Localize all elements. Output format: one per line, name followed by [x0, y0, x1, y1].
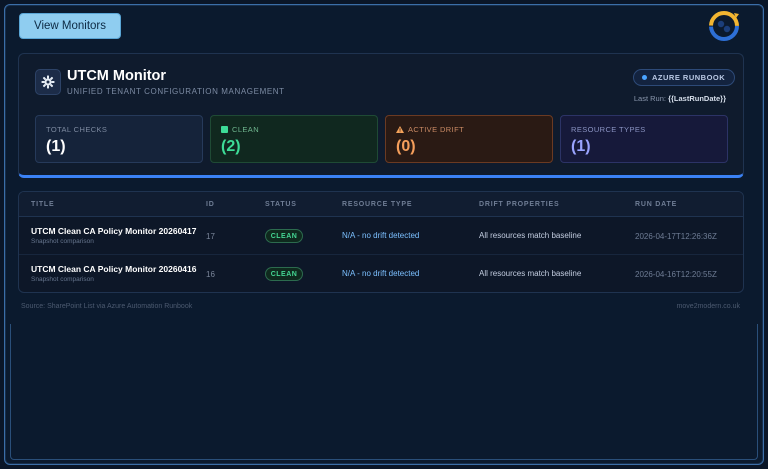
row-id: 17 [206, 232, 215, 241]
last-run-label: Last Run: [633, 94, 666, 103]
status-badge: CLEAN [265, 229, 303, 243]
last-run-value: {{LastRunDate}} [668, 94, 726, 103]
header-card: UTCM Monitor UNIFIED TENANT CONFIGURATIO… [18, 53, 744, 178]
row-id: 16 [206, 270, 215, 279]
stat-value: (0) [396, 138, 416, 155]
stat-label: TOTAL CHECKS [46, 125, 108, 134]
status-dot-icon [642, 75, 647, 80]
page-subtitle: UNIFIED TENANT CONFIGURATION MANAGEMENT [67, 87, 285, 96]
stat-clean: CLEAN (2) [210, 115, 378, 163]
row-subtitle: Snapshot comparison [31, 238, 94, 245]
stat-total-checks: TOTAL CHECKS (1) [35, 115, 203, 163]
stat-value: (1) [46, 138, 66, 155]
stat-label: CLEAN [232, 125, 260, 134]
badge-label: AZURE RUNBOOK [652, 73, 726, 82]
gear-icon [35, 69, 61, 95]
runbook-badge: AZURE RUNBOOK [633, 69, 736, 86]
footer-source: Source: SharePoint List via Azure Automa… [21, 303, 193, 310]
row-run-date: 2026-04-17T12:26:36Z [635, 232, 717, 241]
row-drift-properties: All resources match baseline [479, 231, 582, 240]
sync-logo-icon [706, 9, 742, 43]
row-subtitle: Snapshot comparison [31, 276, 94, 283]
check-icon [221, 126, 228, 133]
view-monitors-button[interactable]: View Monitors [19, 13, 121, 39]
row-resource-type: N/A - no drift detected [342, 231, 420, 240]
stat-resource-types: RESOURCE TYPES (1) [560, 115, 728, 163]
stat-label: RESOURCE TYPES [571, 125, 646, 134]
table-row[interactable]: UTCM Clean CA Policy Monitor 20260416 Sn… [19, 255, 743, 292]
row-resource-type: N/A - no drift detected [342, 269, 420, 278]
column-header-resource-type[interactable]: RESOURCE TYPE [342, 201, 412, 208]
last-run: Last Run: {{LastRunDate}} [634, 94, 726, 103]
row-drift-properties: All resources match baseline [479, 269, 582, 278]
column-header-run-date[interactable]: RUN DATE [635, 201, 677, 208]
content-panel [10, 324, 758, 460]
table-row[interactable]: UTCM Clean CA Policy Monitor 20260417 Sn… [19, 217, 743, 255]
page-title: UTCM Monitor [67, 68, 167, 84]
row-title[interactable]: UTCM Clean CA Policy Monitor 20260416 [31, 264, 196, 274]
row-title[interactable]: UTCM Clean CA Policy Monitor 20260417 [31, 226, 196, 236]
footer-site-link[interactable]: move2modern.co.uk [677, 303, 740, 310]
stat-value: (2) [221, 138, 241, 155]
status-badge: CLEAN [265, 267, 303, 281]
warning-icon [396, 126, 404, 133]
column-header-drift-properties[interactable]: DRIFT PROPERTIES [479, 201, 559, 208]
column-header-status[interactable]: STATUS [265, 201, 297, 208]
column-header-title[interactable]: TITLE [31, 201, 54, 208]
row-run-date: 2026-04-16T12:20:55Z [635, 270, 717, 279]
monitor-table: TITLE ID STATUS RESOURCE TYPE DRIFT PROP… [18, 191, 744, 293]
column-header-id[interactable]: ID [206, 201, 215, 208]
stat-active-drift: ACTIVE DRIFT (0) [385, 115, 553, 163]
stat-label: ACTIVE DRIFT [408, 125, 465, 134]
stat-value: (1) [571, 138, 591, 155]
table-header: TITLE ID STATUS RESOURCE TYPE DRIFT PROP… [19, 192, 743, 217]
